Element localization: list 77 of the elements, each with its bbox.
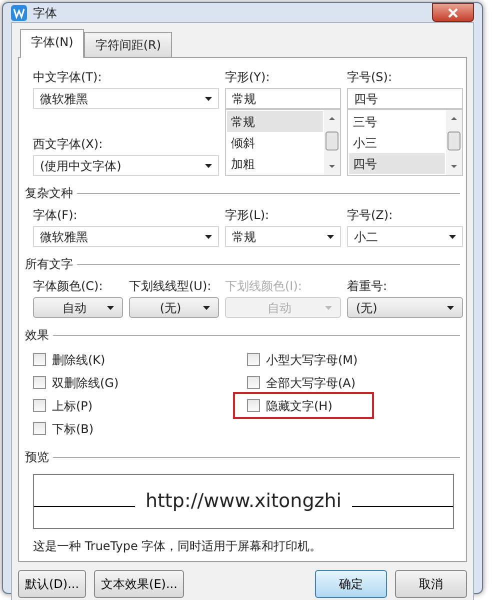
field-label: 字形(L): [225,207,270,224]
list-item[interactable]: 四号 [349,153,445,174]
list-item[interactable]: 加粗 [227,153,323,174]
list-item[interactable]: 小三 [349,132,445,153]
dropdown-value: (无) [356,300,378,316]
dialog-button[interactable]: 文本效果(E)... [94,570,184,598]
field-label: 西文字体(X): [33,136,104,153]
app-icon [11,4,27,20]
dropdown-value: 微软雅黑 [40,228,88,246]
caret-icon [205,234,212,238]
dialog-button[interactable]: 确定 [315,570,387,598]
caret-icon [107,306,114,310]
dropdown[interactable]: (使用中文字体) [33,155,219,176]
preview-text: http://www.xitongzhi [144,489,343,514]
dropdown-value: 微软雅黑 [40,90,88,108]
checkbox[interactable]: 上标(P) [33,394,97,417]
field-label: 字号(Z): [347,207,394,224]
dropdown-value: (使用中文字体) [40,158,122,174]
field-label: 字号(S): [347,69,394,86]
dropdown[interactable]: 小二 [347,226,463,247]
section-heading: 预览 [25,449,49,466]
field-label: 字体(F): [33,207,78,224]
dropdown[interactable]: 常规 [225,226,341,247]
scrollbar[interactable] [324,110,340,175]
checkbox-label: 上标(P) [52,398,93,414]
dropdown-value: 常规 [232,228,256,246]
field-label: 字形(Y): [225,69,271,86]
field-label: 着重号: [347,278,388,295]
section-heading: 复杂文种 [25,185,73,202]
dropdown-value: 自动 [266,300,292,316]
dropdown[interactable]: 微软雅黑 [33,88,219,109]
close-button[interactable] [432,3,474,22]
dropdown-value: 小二 [354,228,378,246]
caret-icon [327,234,334,238]
dropdown[interactable]: 微软雅黑 [33,226,219,247]
input-field[interactable]: 四号 [347,88,463,109]
checkbox[interactable]: 全部大写字母(A) [247,371,360,394]
tab[interactable]: 字符间距(R) [84,32,172,57]
checkbox-label: 全部大写字母(A) [266,374,356,392]
dropdown[interactable]: (无) [347,297,463,318]
dialog-button[interactable]: 取消 [395,570,467,598]
checkbox-label: 小型大写字母(M) [266,352,358,368]
caret-icon [205,96,212,100]
checkbox[interactable]: 下标(B) [33,417,98,440]
field-label: 中文字体(T): [33,69,103,86]
window-title: 字体 [33,4,57,22]
caret-icon [325,306,332,310]
field-label: 下划线颜色(I): [225,278,303,295]
checkbox-label: 双删除线(G) [52,374,119,392]
checkbox-label: 隐藏文字(H) [266,398,332,414]
scrollbar[interactable] [446,110,462,175]
list-item[interactable]: 常规 [227,111,323,132]
checkbox-label: 下标(B) [52,420,94,438]
caret-icon [205,164,212,168]
caret-icon [447,306,454,310]
list-item[interactable]: 倾斜 [227,132,323,153]
dropdown-button[interactable]: 自动 [33,297,123,318]
checkbox[interactable]: 隐藏文字(H) [235,394,372,417]
checkbox[interactable]: 小型大写字母(M) [247,348,362,371]
checkbox[interactable]: 双删除线(G) [33,371,123,394]
close-icon [448,8,458,18]
tab[interactable]: 字体(N) [20,29,84,58]
section-heading: 所有文字 [25,256,73,273]
dropdown-button[interactable]: (无) [129,297,219,318]
checkbox[interactable]: 删除线(K) [33,348,110,371]
dialog-button[interactable]: 默认(D)... [18,570,86,598]
caret-icon [449,234,456,238]
dropdown-value: (无) [158,300,182,316]
field-label: 下划线线型(U): [129,278,212,295]
dropdown-value: 自动 [62,300,88,316]
section-heading: 效果 [25,327,49,344]
list-item[interactable]: 三号 [349,111,445,132]
caret-icon [203,306,210,310]
input-field[interactable]: 常规 [225,88,341,109]
font-description: 这是一种 TrueType 字体，同时适用于屏幕和打印机。 [33,538,323,555]
field-label: 字体颜色(C): [33,278,104,295]
checkbox-label: 删除线(K) [52,352,106,368]
